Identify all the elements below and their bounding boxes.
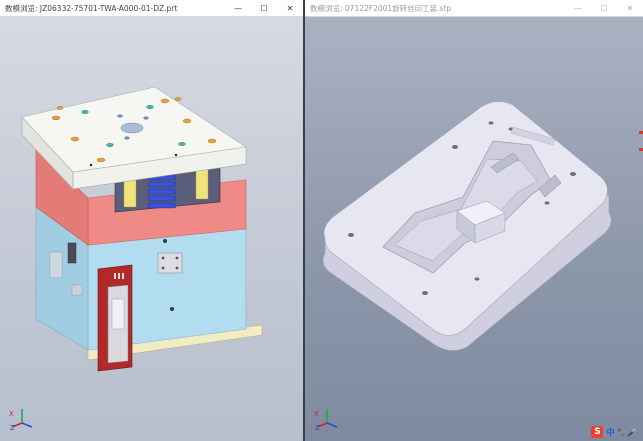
ime-punctuation-toggle[interactable]: °, bbox=[617, 428, 624, 437]
window-title: 数模浏览: JZ06332-75701-TWA-A000-01-DZ.prt bbox=[5, 3, 178, 13]
background-window-edge bbox=[639, 127, 643, 157]
title-bar[interactable]: 数模浏览: JZ06332-75701-TWA-A000-01-DZ.prt —… bbox=[0, 0, 303, 17]
model-viewer-window-left: 数模浏览: JZ06332-75701-TWA-A000-01-DZ.prt —… bbox=[0, 0, 303, 441]
close-button[interactable]: ✕ bbox=[277, 0, 303, 16]
ime-language-toggle[interactable]: 中 bbox=[606, 427, 614, 438]
axis-label-x: X bbox=[314, 410, 319, 418]
3d-viewport[interactable]: X Z bbox=[0, 17, 303, 441]
microphone-icon[interactable]: 🎤 bbox=[627, 428, 637, 437]
axis-label-z: Z bbox=[10, 424, 15, 431]
fixture-plate-model bbox=[322, 101, 612, 351]
axis-triad-icon: X Z bbox=[314, 409, 338, 431]
maximize-button[interactable]: ☐ bbox=[251, 0, 277, 16]
minimize-button[interactable]: — bbox=[565, 0, 591, 16]
minimize-button[interactable]: — bbox=[225, 0, 251, 16]
maximize-button[interactable]: ☐ bbox=[591, 0, 617, 16]
model-viewer-window-right: 数模浏览: 07122F2001旋转丝印工装.stp — ☐ ✕ X Z S 中… bbox=[305, 0, 643, 441]
axis-triad-icon: X Z bbox=[9, 409, 33, 431]
window-controls: — ☐ ✕ bbox=[565, 0, 643, 16]
ime-toolbar[interactable]: S 中 °, 🎤 bbox=[591, 425, 637, 439]
ime-logo-icon[interactable]: S bbox=[591, 426, 604, 438]
3d-viewport[interactable]: X Z S 中 °, 🎤 bbox=[305, 17, 643, 441]
mold-assembly-model bbox=[21, 86, 263, 372]
window-title: 数模浏览: 07122F2001旋转丝印工装.stp bbox=[310, 3, 452, 13]
close-button[interactable]: ✕ bbox=[617, 0, 643, 16]
window-controls: — ☐ ✕ bbox=[225, 0, 303, 16]
axis-label-x: X bbox=[9, 410, 14, 418]
title-bar[interactable]: 数模浏览: 07122F2001旋转丝印工装.stp — ☐ ✕ bbox=[305, 0, 643, 17]
axis-label-z: Z bbox=[315, 424, 320, 431]
